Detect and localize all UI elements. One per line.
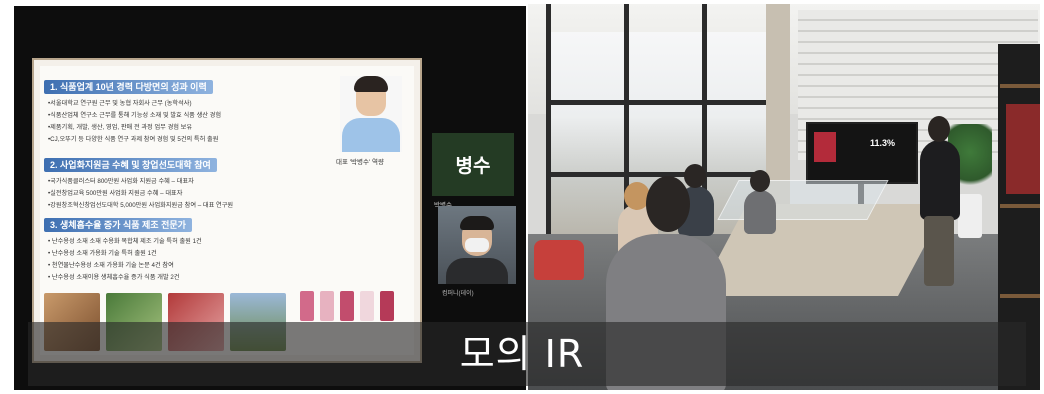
slide-section1-item: •제품기획, 개발, 생산, 영업, 판매 전 과정 업무 경험 보유 bbox=[48, 124, 193, 131]
slide-section1-title: 1. 식품업계 10년 경력 다방면의 성과 이력 bbox=[44, 80, 213, 94]
slide-content: 1. 식품업계 10년 경력 다방면의 성과 이력 •서울대학교 연구원 근무 … bbox=[40, 66, 414, 355]
presenter bbox=[920, 140, 960, 220]
slide-section3-item: • 난수용성 소재 소재 수용화 복합체 제조 기술 특허 출원 1건 bbox=[48, 238, 202, 245]
shared-slide: 1. 식품업계 10년 경력 다방면의 성과 이력 •서울대학교 연구원 근무 … bbox=[32, 58, 422, 363]
slide-section3-item: • 천연물난수용성 소재 가용화 기술 논문 4건 참여 bbox=[48, 262, 174, 269]
slide-section1-item: •CJ,오뚜기 등 다양한 식품 연구 과제 참여 경험 및 5건의 특허 출원 bbox=[48, 136, 219, 143]
slide-section1-item: •식품산업체 연구소 근무를 통해 기능성 소재 및 발효 식품 생산 경험 bbox=[48, 112, 222, 119]
presenter-portrait bbox=[340, 76, 402, 152]
participant-name-text: 병수 bbox=[455, 155, 491, 177]
portrait-caption: 대표 '박병수' 역량 bbox=[336, 159, 384, 166]
product-image bbox=[360, 291, 374, 321]
product-image bbox=[320, 291, 334, 321]
participant-video-tile[interactable] bbox=[438, 206, 516, 284]
slide-section3-item: • 난수용성 소재이용 생체흡수율 증가 식품 개발 2건 bbox=[48, 274, 180, 281]
red-chair bbox=[534, 240, 584, 280]
product-image bbox=[380, 291, 394, 321]
presentation-screen: 11.3% bbox=[806, 122, 918, 184]
attendee bbox=[744, 190, 776, 234]
slide-section2-title: 2. 사업화지원금 수혜 및 창업선도대학 참여 bbox=[44, 158, 217, 172]
screen-percentage: 11.3% bbox=[870, 138, 896, 148]
participant-video-label: 컴퍼니(데이) bbox=[442, 291, 474, 297]
caption-text: 모의 IR bbox=[459, 332, 585, 376]
slide-section2-item: •실전창업교육 500만원 사업화 지원금 수혜 – 대표자 bbox=[48, 190, 183, 197]
slide-section1-item: •서울대학교 연구원 근무 및 농협 자회사 근무 (농학석사) bbox=[48, 100, 192, 107]
slide-section2-item: •국가식품클러스터 800만원 사업화 지원금 수혜 – 대표자 bbox=[48, 178, 194, 185]
participant-name-tile[interactable]: 병수 bbox=[432, 133, 514, 196]
product-image bbox=[300, 291, 314, 321]
collage: 1. 식품업계 10년 경력 다방면의 성과 이력 •서울대학교 연구원 근무 … bbox=[0, 0, 1044, 394]
slide-section3-item: • 난수용성 소재 가용화 기술 특허 출원 1건 bbox=[48, 250, 157, 257]
slide-section2-item: •강원창조혁신창업선도대학 5,000만원 사업화지원금 참여 – 대표 연구원 bbox=[48, 202, 234, 209]
slide-section3-title: 3. 생체흡수율 증가 식품 제조 전문가 bbox=[44, 218, 192, 232]
product-image bbox=[340, 291, 354, 321]
